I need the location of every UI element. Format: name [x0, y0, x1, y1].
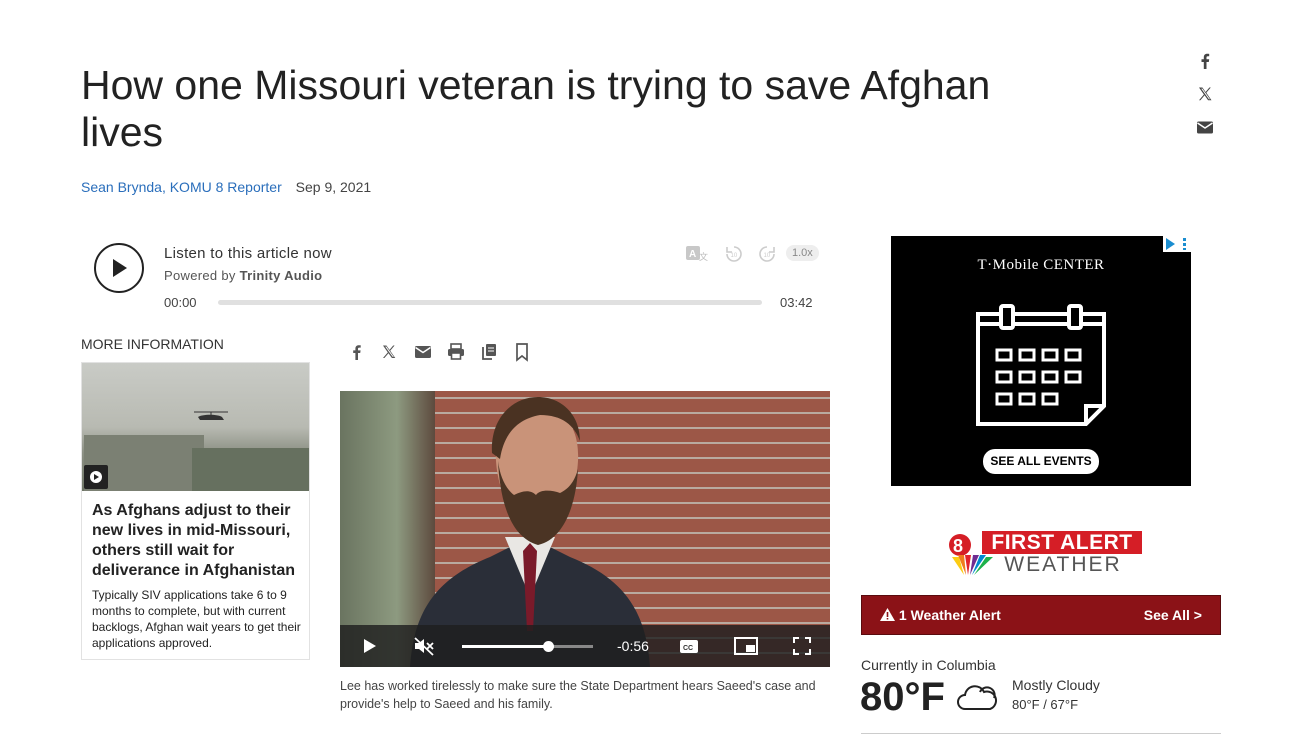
mostly-cloudy-icon: [957, 685, 997, 710]
audio-title: Listen to this article now: [164, 245, 332, 262]
playback-speed-button[interactable]: 1.0x: [786, 245, 819, 261]
copy-icon[interactable]: [480, 342, 498, 362]
weather-condition: Mostly Cloudy: [1012, 677, 1100, 693]
video-player[interactable]: -0:56 CC: [340, 391, 830, 667]
audio-powered-by: Powered by Trinity Audio: [164, 268, 323, 283]
bookmark-icon[interactable]: [513, 342, 531, 362]
video-caption: Lee has worked tirelessly to make sure t…: [340, 679, 816, 711]
first-alert-weather-logo[interactable]: 8 FIRST ALERT WEATHER: [940, 531, 1142, 576]
weather-alert-count: 1 Weather Alert: [898, 607, 1001, 623]
email-icon[interactable]: [414, 342, 432, 362]
author-link[interactable]: Sean Brynda, KOMU 8 Reporter: [81, 179, 282, 195]
weather-alert-banner[interactable]: 1 Weather Alert See All >: [861, 595, 1221, 635]
forward-10-icon[interactable]: 10: [757, 244, 777, 264]
translate-icon[interactable]: A文: [685, 244, 709, 264]
svg-text:文: 文: [699, 251, 708, 263]
audio-player: Listen to this article now Powered by Tr…: [81, 236, 831, 316]
ad-brand: T·Mobile CENTER: [977, 257, 1105, 273]
video-controls: -0:56 CC: [340, 625, 830, 667]
article-headline: How one Missouri veteran is trying to sa…: [81, 62, 991, 155]
current-temperature: 80°F: [860, 675, 945, 719]
facebook-icon[interactable]: [1194, 50, 1216, 72]
video-scrubber-handle[interactable]: [543, 641, 555, 652]
related-article-card[interactable]: As Afghans adjust to their new lives in …: [81, 362, 310, 660]
divider: [861, 733, 1221, 734]
svg-text:CC: CC: [683, 645, 693, 652]
audio-duration: 03:42: [780, 295, 813, 310]
svg-text:10: 10: [764, 253, 771, 259]
trinity-audio-link[interactable]: Trinity Audio: [240, 268, 323, 283]
svg-text:10: 10: [731, 253, 738, 259]
print-icon[interactable]: [447, 342, 465, 362]
warning-icon: [880, 608, 895, 621]
svg-text:A: A: [689, 249, 696, 260]
rewind-10-icon[interactable]: 10: [724, 244, 744, 264]
calendar-icon: [976, 304, 1106, 426]
first-alert-text: FIRST ALERT: [982, 531, 1142, 554]
audio-current-time: 00:00: [164, 295, 197, 310]
weather-location-label: Currently in Columbia: [861, 657, 996, 673]
audio-progress-track[interactable]: [218, 300, 762, 305]
related-article-thumbnail[interactable]: [82, 363, 309, 491]
video-time-remaining: -0:56: [617, 638, 649, 654]
x-icon[interactable]: [1194, 83, 1216, 105]
share-rail: [1194, 50, 1216, 149]
picture-in-picture-icon[interactable]: [734, 636, 758, 656]
see-all-events-button[interactable]: SEE ALL EVENTS: [983, 449, 1099, 474]
svg-text:8: 8: [953, 536, 963, 556]
play-icon: [113, 259, 127, 277]
closed-captions-icon[interactable]: CC: [679, 636, 699, 656]
related-article-title[interactable]: As Afghans adjust to their new lives in …: [92, 501, 302, 581]
related-article-summary: Typically SIV applications take 6 to 9 m…: [92, 588, 301, 650]
facebook-icon[interactable]: [348, 342, 366, 362]
x-icon[interactable]: [381, 342, 399, 362]
adchoices-icon[interactable]: [1163, 236, 1191, 252]
publish-date: Sep 9, 2021: [295, 179, 372, 195]
byline: Sean Brynda, KOMU 8 Reporter Sep 9, 2021: [81, 179, 371, 195]
email-icon[interactable]: [1194, 116, 1216, 138]
video-badge-icon: [84, 465, 108, 489]
audio-play-button[interactable]: [94, 243, 144, 293]
video-progress-bar[interactable]: [462, 641, 593, 652]
fullscreen-icon[interactable]: [793, 636, 811, 656]
helicopter-image: [194, 411, 228, 420]
mute-icon[interactable]: [413, 636, 435, 656]
video-play-icon[interactable]: [362, 636, 378, 656]
weather-text: WEATHER: [1004, 553, 1122, 576]
more-information-label: MORE INFORMATION: [81, 336, 224, 352]
see-all-alerts-link[interactable]: See All >: [1144, 607, 1202, 623]
weather-high-low: 80°F / 67°F: [1012, 697, 1079, 712]
advertisement[interactable]: T·Mobile CENTER SEE ALL EVENTS: [891, 236, 1191, 486]
